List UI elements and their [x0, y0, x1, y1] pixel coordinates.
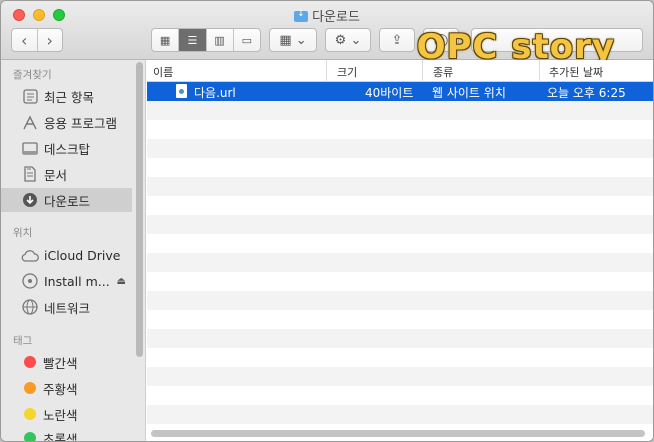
- sidebar-item-label: 문서: [44, 167, 68, 183]
- network-icon: [21, 299, 39, 315]
- sidebar-item-label: 데스크탑: [44, 141, 91, 157]
- window-title: 다운로드: [1, 6, 653, 25]
- list-view-button[interactable]: ☰: [179, 29, 207, 51]
- sidebar-item-tag-red[interactable]: 빨간색: [1, 350, 132, 374]
- sidebar-item-tag-yellow[interactable]: 노란색: [1, 402, 132, 426]
- column-size-header[interactable]: 크기: [337, 64, 357, 80]
- sidebar-item-label: iCloud Drive: [44, 247, 121, 263]
- list-row: [147, 348, 653, 367]
- sidebar-item-label: 다운로드: [44, 193, 91, 209]
- sidebar-item-recents[interactable]: 최근 항목: [1, 84, 132, 108]
- arrange-button[interactable]: ▦ ⌄: [269, 28, 317, 52]
- sidebar-item-desktop[interactable]: 데스크탑: [1, 136, 132, 160]
- sidebar-item-downloads[interactable]: 다운로드: [1, 188, 132, 212]
- sidebar-scrollbar[interactable]: [136, 62, 143, 357]
- column-divider[interactable]: [539, 60, 540, 82]
- list-row: [147, 329, 653, 348]
- tags-heading: 태그: [13, 335, 33, 347]
- column-view-button[interactable]: ▥: [207, 29, 234, 51]
- sidebar-item-network[interactable]: 네트워크: [1, 295, 132, 319]
- sidebar-item-label: Install m...: [44, 273, 110, 289]
- file-row-selected[interactable]: 다음.url 40바이트 웹 사이트 위치 오늘 오후 6:25: [147, 82, 653, 101]
- file-kind: 웹 사이트 위치: [432, 86, 506, 100]
- action-gear-button[interactable]: ⚙ ⌄: [325, 28, 371, 52]
- green-tag-dot: [24, 432, 36, 441]
- eject-icon[interactable]: ⏏: [117, 276, 126, 287]
- forward-button[interactable]: ›: [38, 31, 63, 50]
- toolbar: 다운로드 ‹ › ▦ ☰ ▥ ▭ ▦ ⌄ ⚙ ⌄ ⇪ ◯ OPC story: [1, 1, 653, 67]
- cloud-icon: [21, 247, 39, 263]
- applications-icon: [21, 114, 39, 130]
- yellow-tag-dot: [24, 408, 36, 420]
- disk-icon: [21, 273, 39, 289]
- file-date-added: 오늘 오후 6:25: [547, 86, 626, 100]
- horizontal-scrollbar[interactable]: [151, 430, 645, 437]
- list-row: [147, 234, 653, 253]
- list-row: [147, 310, 653, 329]
- file-list: 이름 크기 종류 추가된 날짜 다음.url 40바이트 웹 사이트 위치 오늘…: [147, 60, 653, 441]
- column-divider[interactable]: [326, 60, 327, 82]
- column-divider[interactable]: [422, 60, 423, 82]
- list-row: [147, 177, 653, 196]
- list-row: [147, 291, 653, 310]
- desktop-icon: [21, 140, 39, 156]
- red-tag-dot: [24, 356, 36, 368]
- gallery-view-button[interactable]: ▭: [234, 29, 260, 51]
- document-icon: [21, 166, 39, 182]
- list-row: [147, 253, 653, 272]
- list-row: [147, 367, 653, 386]
- back-button[interactable]: ‹: [12, 31, 37, 50]
- sidebar-item-install-disk[interactable]: Install m... ⏏: [1, 269, 132, 293]
- sidebar-item-tag-orange[interactable]: 주황색: [1, 376, 132, 400]
- file-size: 40바이트: [365, 86, 414, 100]
- list-row: [147, 196, 653, 215]
- sidebar-item-label: 노란색: [43, 407, 78, 423]
- list-row: [147, 215, 653, 234]
- sidebar-item-label: 최근 항목: [44, 89, 94, 105]
- window-title-text: 다운로드: [312, 10, 360, 25]
- favorites-heading: 즐겨찾기: [13, 69, 52, 81]
- clock-icon: [21, 88, 39, 104]
- sidebar-item-label: 빨간색: [43, 355, 78, 371]
- sidebar-item-tag-green[interactable]: 초록색: [1, 426, 132, 441]
- sidebar-item-documents[interactable]: 문서: [1, 162, 132, 186]
- share-button[interactable]: ⇪: [379, 28, 415, 52]
- sidebar-item-label: 초록색: [43, 431, 78, 442]
- list-row: [147, 158, 653, 177]
- file-name: 다음.url: [194, 86, 236, 100]
- column-name-header[interactable]: 이름: [153, 64, 173, 80]
- url-file-icon: [176, 84, 187, 98]
- list-row: [147, 101, 653, 120]
- downloads-folder-icon: [294, 9, 309, 22]
- download-icon: [21, 192, 39, 208]
- finder-window: 다운로드 ‹ › ▦ ☰ ▥ ▭ ▦ ⌄ ⚙ ⌄ ⇪ ◯ OPC story 즐…: [0, 0, 654, 442]
- sidebar: 즐겨찾기 최근 항목 응용 프로그램 데스크탑 문서 다운로드 위치 iClou…: [1, 60, 146, 441]
- orange-tag-dot: [24, 382, 36, 394]
- sidebar-item-icloud[interactable]: iCloud Drive: [1, 243, 132, 267]
- list-row: [147, 386, 653, 405]
- navigation-group: ‹ ›: [11, 28, 63, 52]
- list-rows: [147, 82, 653, 441]
- sidebar-item-label: 네트워크: [44, 300, 91, 316]
- list-row: [147, 120, 653, 139]
- sidebar-item-label: 주황색: [43, 381, 78, 397]
- icon-view-button[interactable]: ▦: [152, 29, 180, 51]
- list-row: [147, 272, 653, 291]
- view-mode-group: ▦ ☰ ▥ ▭: [151, 28, 261, 52]
- column-header: 이름 크기 종류 추가된 날짜: [147, 60, 653, 82]
- list-row: [147, 405, 653, 424]
- sidebar-item-label: 응용 프로그램: [44, 115, 117, 131]
- sidebar-item-applications[interactable]: 응용 프로그램: [1, 110, 132, 134]
- list-row: [147, 139, 653, 158]
- column-kind-header[interactable]: 종류: [433, 64, 453, 80]
- locations-heading: 위치: [13, 227, 33, 239]
- column-date-header[interactable]: 추가된 날짜: [549, 64, 603, 80]
